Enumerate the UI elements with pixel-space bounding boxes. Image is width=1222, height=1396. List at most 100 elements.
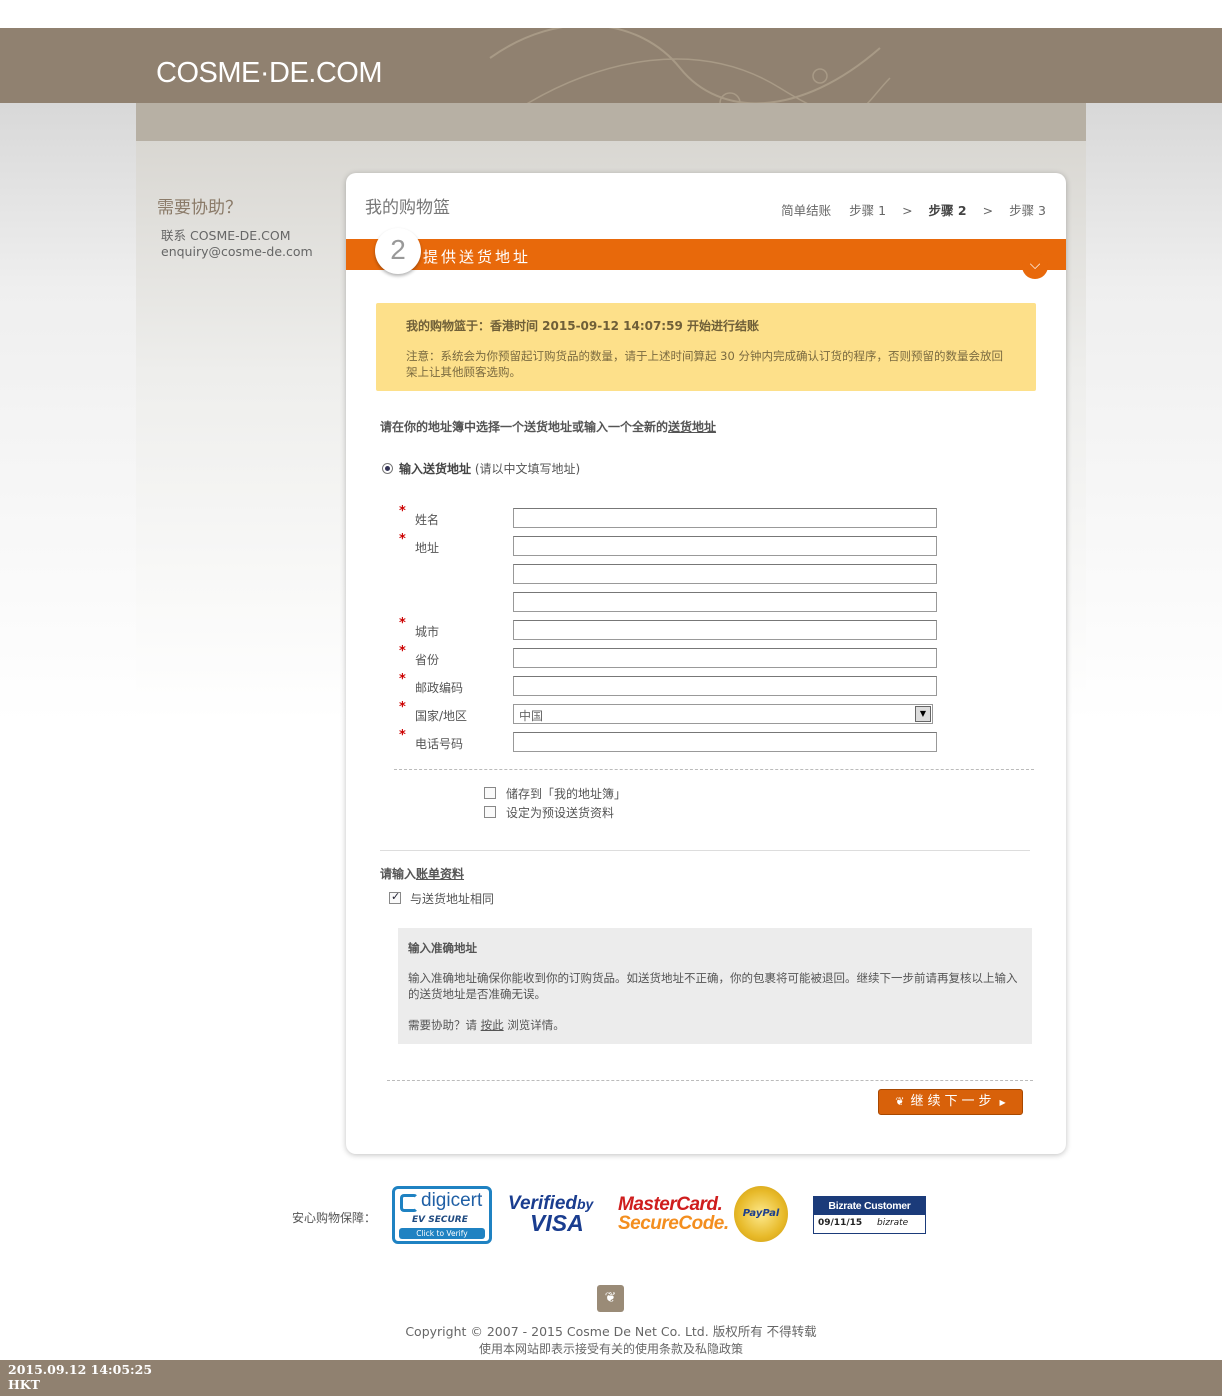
address-choice-prefix: 请在你的地址簿中选择一个送货地址或输入一个全新的 — [380, 420, 669, 434]
city-row: * 城市 — [346, 616, 1066, 640]
set-default-label: 设定为预设送货资料 — [506, 806, 615, 820]
phone-input[interactable] — [513, 732, 937, 752]
help-contact: 联系 COSME-DE.COM enquiry@cosme-de.com — [161, 228, 313, 260]
info-body: 输入准确地址确保你能收到你的订购货品。如送货地址不正确，你的包裹将可能被退回。继… — [408, 971, 1018, 1001]
visa-brand: VISA — [530, 1210, 584, 1236]
mastercard-line1: MasterCard. — [618, 1194, 723, 1215]
chevron-down-icon[interactable]: ⌵ — [1022, 253, 1048, 279]
address-input-3[interactable] — [513, 592, 937, 612]
digicert-badge[interactable]: digicert EV SECURE Click to Verify — [392, 1186, 492, 1244]
set-default-option[interactable]: 设定为预设送货资料 — [484, 804, 614, 821]
address-input-1[interactable] — [513, 536, 937, 556]
notice-reservation: 注意：系统会为你预留起订购货品的数量，请于上述时间算起 30 分钟内完成确认订货… — [406, 349, 1003, 379]
info-help: 需要协助？请 按此 浏览详情。 — [408, 1017, 1022, 1033]
hkt-clock: 2015.09.12 14:05:25 HKT — [8, 1362, 152, 1392]
address-choice-text: 请在你的地址簿中选择一个送货地址或输入一个全新的送货地址 — [380, 418, 716, 435]
billing-title: 请输入账单资料 — [380, 865, 464, 882]
site-logo[interactable]: COSME·DE.COM — [156, 57, 383, 90]
dropdown-arrow-icon[interactable]: ▼ — [915, 706, 931, 722]
info-help-prefix: 需要协助？请 — [408, 1018, 477, 1032]
paypal-verified-seal[interactable]: PayPal — [734, 1186, 788, 1242]
address-row-2 — [346, 564, 1066, 584]
save-address-label: 储存到「我的地址簿」 — [506, 787, 627, 801]
required-mark: * — [399, 616, 406, 631]
bizrate-date: 09/11/15 — [818, 1218, 863, 1228]
same-as-shipping-option[interactable]: 与送货地址相同 — [389, 890, 494, 907]
step-3: 步骤 3 — [1009, 203, 1046, 218]
header-band — [136, 103, 1086, 141]
info-heading: 输入准确地址 — [408, 941, 477, 955]
postcode-label: 邮政编码 — [415, 681, 464, 695]
required-mark: * — [399, 644, 406, 659]
country-label: 国家/地区 — [415, 709, 468, 723]
help-email-link[interactable]: enquiry@cosme-de.com — [161, 244, 313, 260]
step-number-badge: 2 — [375, 228, 421, 274]
name-row: * 姓名 — [346, 504, 1066, 528]
cart-title: 我的购物篮 — [365, 198, 450, 218]
next-step-button[interactable]: ❦ 继续下一步 ▶ — [878, 1089, 1023, 1115]
step-1: 步骤 1 — [849, 203, 887, 218]
province-input[interactable] — [513, 648, 937, 668]
city-input[interactable] — [513, 620, 937, 640]
clock-zone: HKT — [8, 1377, 40, 1392]
postcode-input[interactable] — [513, 676, 937, 696]
form-divider — [394, 769, 1034, 770]
step-2-current: 步骤 2 — [928, 203, 967, 218]
new-address-label: 输入送货地址 — [399, 462, 472, 476]
mastercard-securecode-badge[interactable]: MasterCard. SecureCode. — [618, 1195, 729, 1233]
city-label: 城市 — [415, 625, 440, 639]
bizrate-badge[interactable]: Bizrate Customer Certified 09/11/15 bizr… — [813, 1196, 926, 1234]
new-address-hint: (请以中文填写地址) — [474, 462, 581, 476]
terms-text[interactable]: 使用本网站即表示接受有关的使用条款及私隐政策 — [0, 1340, 1222, 1357]
checkout-panel: 我的购物篮 简单结账 步骤 1 > 步骤 2 > 步骤 3 2 提供送货地址 ⌵… — [346, 173, 1066, 1154]
country-select[interactable]: 中国 ▼ — [513, 704, 933, 724]
info-help-link[interactable]: 按此 — [481, 1018, 504, 1032]
digicert-ev: EV SECURE — [412, 1215, 468, 1225]
digicert-logo-icon — [400, 1194, 418, 1212]
bizrate-title: Bizrate Customer Certified — [814, 1197, 925, 1230]
required-mark: * — [399, 504, 406, 519]
mastercard-line2: SecureCode. — [618, 1213, 729, 1234]
help-title: 需要协助？ — [157, 198, 242, 218]
address-input-2[interactable] — [513, 564, 937, 584]
billing-divider — [380, 850, 1030, 851]
verified-by-visa-badge[interactable]: Verifiedby VISA — [508, 1194, 593, 1236]
site-header: COSME·DE.COM — [0, 28, 1222, 103]
step-separator: > — [982, 203, 994, 218]
new-address-option[interactable]: 输入送货地址 (请以中文填写地址) — [382, 460, 580, 477]
address-choice-link[interactable]: 送货地址 — [668, 420, 716, 434]
notice-start-time: 我的购物篮于：香港时间 2015-09-12 14:07:59 开始进行结账 — [406, 319, 759, 333]
step-simple: 简单结账 — [781, 203, 832, 218]
name-label: 姓名 — [415, 513, 440, 527]
footer-leaf-icon: ❦ — [597, 1285, 624, 1312]
billing-title-prefix: 请输入 — [380, 867, 417, 881]
info-help-suffix: 浏览详情。 — [507, 1018, 565, 1032]
required-mark: * — [399, 532, 406, 547]
address-label: 地址 — [415, 541, 440, 555]
copyright-text: Copyright © 2007 - 2015 Cosme De Net Co.… — [405, 1324, 817, 1339]
bottom-bar — [0, 1360, 1222, 1396]
new-address-radio[interactable] — [382, 463, 393, 474]
next-step-label: 继续下一步 — [910, 1094, 996, 1109]
button-divider — [387, 1080, 1033, 1081]
leaf-icon: ❦ — [895, 1095, 905, 1108]
country-select-value: 中国 — [519, 709, 544, 723]
security-label: 安心购物保障： — [292, 1211, 377, 1225]
checkout-notice: 我的购物篮于：香港时间 2015-09-12 14:07:59 开始进行结账 注… — [376, 303, 1036, 391]
name-input[interactable] — [513, 508, 937, 528]
address-row: * 地址 — [346, 532, 1066, 556]
set-default-checkbox[interactable] — [484, 806, 496, 818]
checkout-steps: 简单结账 步骤 1 > 步骤 2 > 步骤 3 — [775, 200, 1046, 219]
required-mark: * — [399, 700, 406, 715]
postcode-row: * 邮政编码 — [346, 672, 1066, 696]
step-separator: > — [902, 203, 913, 218]
billing-title-link[interactable]: 账单资料 — [416, 867, 464, 881]
save-address-option[interactable]: 储存到「我的地址簿」 — [484, 785, 626, 802]
save-address-checkbox[interactable] — [484, 787, 496, 799]
required-mark: * — [399, 728, 406, 743]
address-row-3 — [346, 592, 1066, 612]
arrow-right-icon: ▶ — [999, 1098, 1006, 1107]
header-swirl-decoration — [489, 28, 891, 103]
same-as-shipping-checkbox[interactable] — [389, 890, 401, 904]
phone-label: 电话号码 — [415, 737, 464, 751]
